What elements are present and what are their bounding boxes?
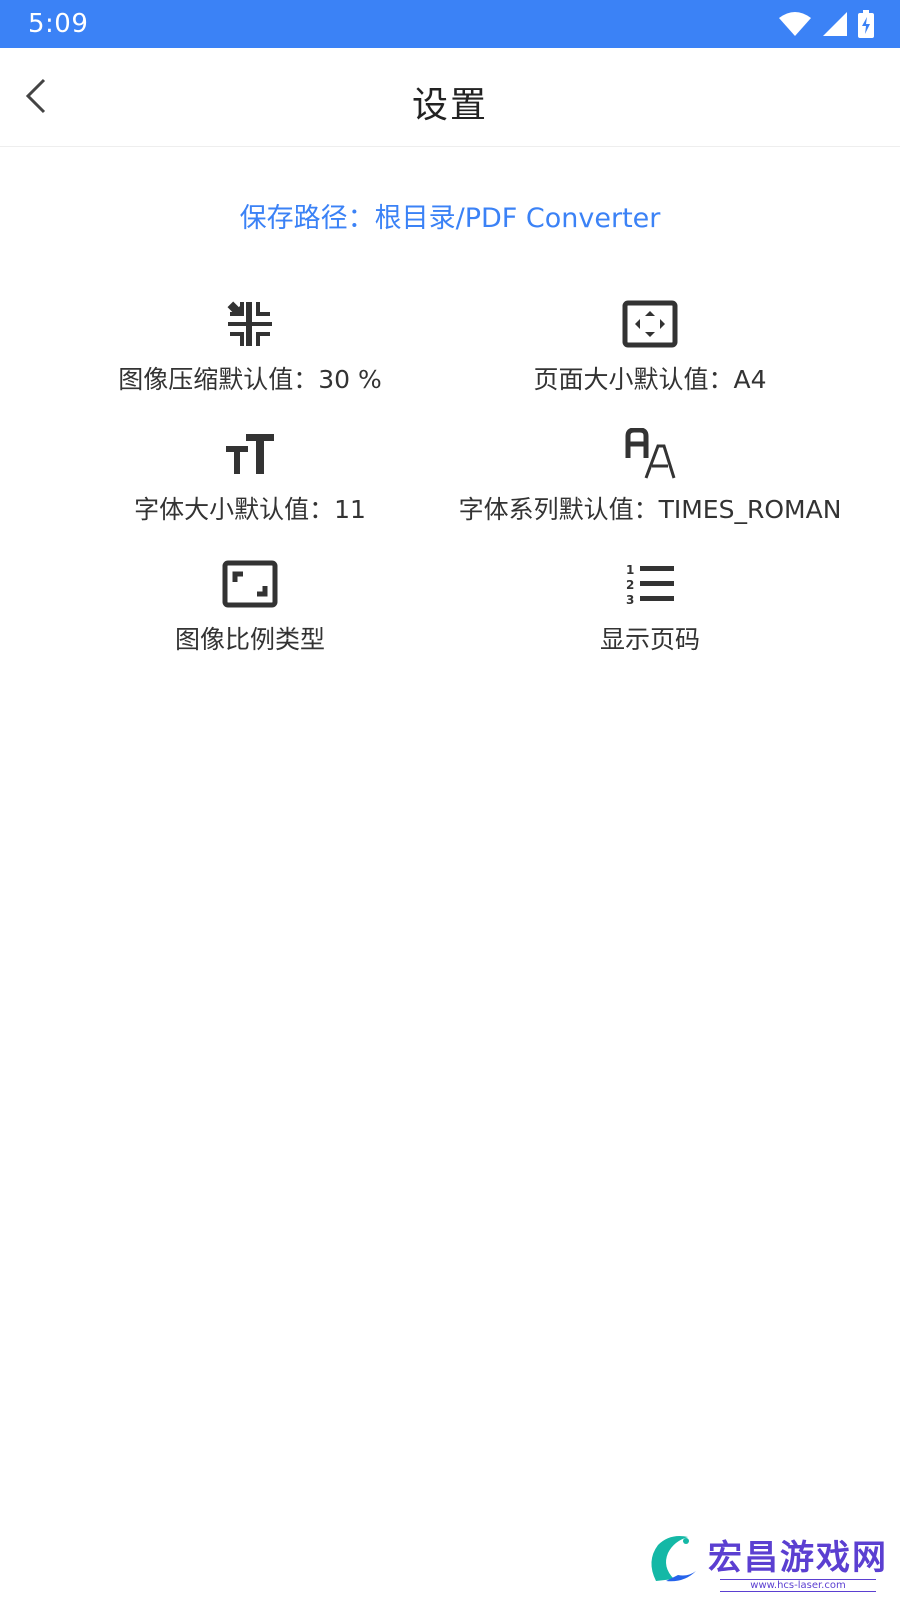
cellular-signal-icon [822, 11, 848, 41]
setting-label: 字体系列默认值：TIMES_ROMAN [458, 495, 842, 524]
battery-charging-icon [858, 10, 874, 42]
setting-label: 图像比例类型 [174, 625, 325, 654]
status-time: 5:09 [28, 9, 89, 39]
status-icons [778, 10, 874, 42]
watermark-url: www.hcs-laser.com [720, 1579, 876, 1592]
page-size-icon [620, 298, 680, 350]
setting-image-compression[interactable]: 图像压缩默认值：30 % [25, 298, 475, 418]
setting-font-family[interactable]: 字体系列默认值：TIMES_ROMAN [425, 428, 875, 548]
numbered-list-icon: 1 2 3 [620, 558, 680, 610]
wifi-icon [778, 11, 812, 41]
status-bar: 5:09 [0, 0, 900, 48]
svg-text:1: 1 [626, 563, 634, 577]
app-bar: 设置 [0, 48, 900, 147]
setting-font-size[interactable]: 字体大小默认值：11 [25, 428, 475, 548]
aspect-ratio-icon [220, 558, 280, 610]
svg-text:3: 3 [626, 593, 634, 606]
setting-label: 显示页码 [599, 625, 700, 654]
font-family-icon [620, 428, 680, 480]
compress-icon [220, 298, 280, 350]
setting-show-page-numbers[interactable]: 1 2 3 显示页码 [425, 558, 875, 678]
watermark-text: 宏昌游戏网 www.hcs-laser.com [708, 1530, 888, 1592]
setting-label: 图像压缩默认值：30 % [118, 365, 382, 394]
setting-page-size[interactable]: 页面大小默认值：A4 [425, 298, 875, 418]
setting-label: 字体大小默认值：11 [134, 495, 366, 524]
setting-image-ratio[interactable]: 图像比例类型 [25, 558, 475, 678]
page-title: 设置 [411, 85, 488, 126]
watermark: 宏昌游戏网 www.hcs-laser.com [644, 1530, 888, 1592]
save-path-link[interactable]: 保存路径：根目录/PDF Converter [0, 196, 900, 235]
font-size-icon [220, 428, 280, 480]
svg-text:2: 2 [626, 578, 634, 592]
setting-label: 页面大小默认值：A4 [533, 365, 767, 394]
watermark-name: 宏昌游戏网 [708, 1538, 888, 1578]
watermark-logo-icon [644, 1531, 702, 1591]
